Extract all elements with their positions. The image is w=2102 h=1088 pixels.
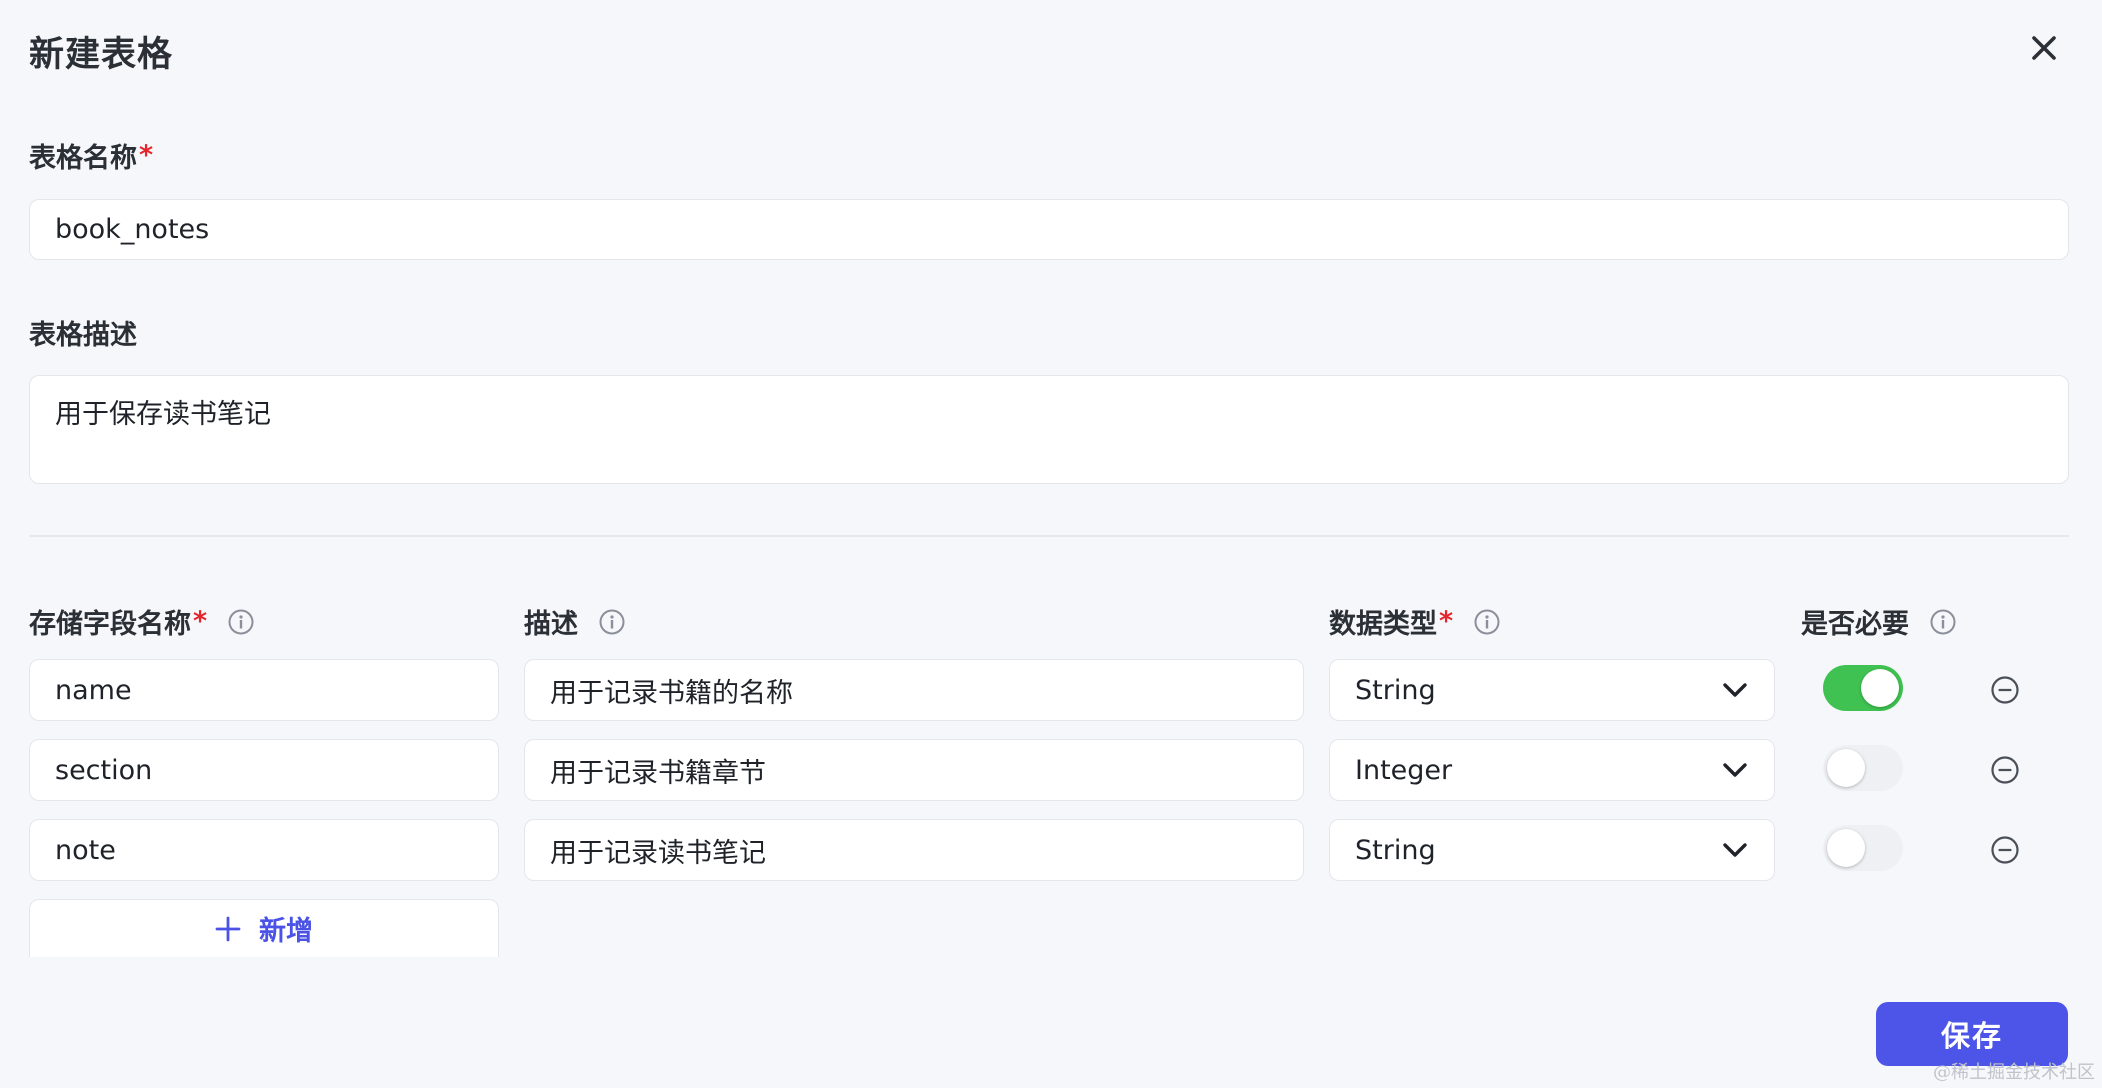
toggle-knob (1861, 669, 1899, 707)
remove-row-icon[interactable] (1990, 835, 2020, 865)
info-icon[interactable] (227, 608, 255, 636)
dialog-title: 新建表格 (29, 35, 174, 75)
add-field-label: 新增 (259, 916, 313, 947)
table-desc-textarea[interactable]: 用于保存读书笔记 (29, 375, 2069, 484)
data-type-select[interactable]: String (1329, 819, 1775, 881)
field-desc-input[interactable]: 用于记录读书笔记 (524, 819, 1304, 881)
add-field-button[interactable]: 新增 (29, 899, 499, 957)
close-button[interactable] (2024, 28, 2064, 68)
create-table-dialog: 新建表格 表格名称 * book_notes 表格描述 用于保存读书笔记 存储字段… (0, 0, 2102, 1088)
required-toggle[interactable] (1823, 745, 1903, 791)
required-mark: * (139, 140, 154, 171)
info-icon[interactable] (1929, 608, 1957, 636)
remove-row-icon[interactable] (1990, 755, 2020, 785)
table-name-input[interactable]: book_notes (29, 199, 2069, 260)
info-icon[interactable] (1473, 608, 1501, 636)
save-button[interactable]: 保存 (1876, 1002, 2068, 1066)
field-desc-input[interactable]: 用于记录书籍章节 (524, 739, 1304, 801)
field-name-input[interactable]: name (29, 659, 499, 721)
chevron-down-icon (1723, 763, 1747, 777)
data-type-select[interactable]: String (1329, 659, 1775, 721)
toggle-knob (1827, 749, 1865, 787)
required-mark: * (1439, 606, 1454, 637)
required-mark: * (193, 606, 208, 637)
data-type-value: String (1355, 834, 1436, 866)
plus-icon (215, 916, 241, 941)
header-data-type: 数据类型 * (1329, 602, 1501, 641)
data-type-value: Integer (1355, 754, 1453, 786)
header-field-name: 存储字段名称 * (29, 602, 255, 641)
required-toggle[interactable] (1823, 665, 1903, 711)
info-icon[interactable] (598, 608, 626, 636)
required-toggle[interactable] (1823, 825, 1903, 871)
remove-row-icon[interactable] (1990, 675, 2020, 705)
close-icon (2032, 36, 2056, 60)
toggle-knob (1827, 829, 1865, 867)
header-description: 描述 (524, 602, 626, 641)
chevron-down-icon (1723, 683, 1747, 697)
table-name-label: 表格名称 * (29, 140, 154, 174)
field-name-input[interactable]: section (29, 739, 499, 801)
section-divider (29, 535, 2069, 537)
header-required: 是否必要 (1801, 602, 1957, 641)
data-type-select[interactable]: Integer (1329, 739, 1775, 801)
chevron-down-icon (1723, 843, 1747, 857)
field-name-input[interactable]: note (29, 819, 499, 881)
field-desc-input[interactable]: 用于记录书籍的名称 (524, 659, 1304, 721)
watermark: @稀土掘金技术社区 (1933, 1062, 2095, 1083)
table-desc-label: 表格描述 (29, 320, 137, 351)
data-type-value: String (1355, 674, 1436, 706)
